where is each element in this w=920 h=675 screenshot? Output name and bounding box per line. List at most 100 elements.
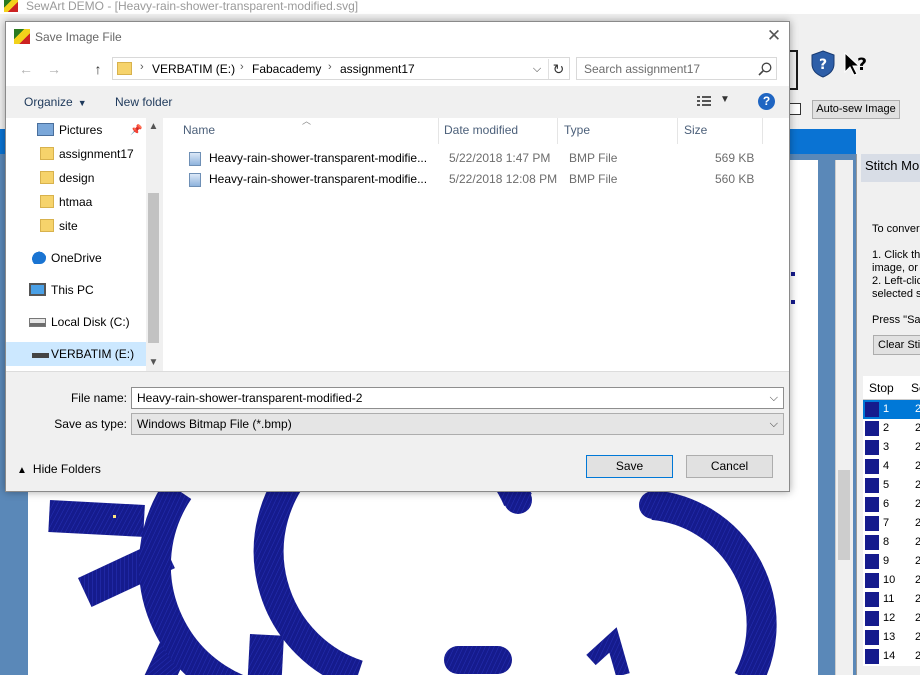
save-type-label: Save as type: xyxy=(54,417,127,431)
clear-stitch-button[interactable]: Clear Stit xyxy=(873,335,920,355)
stop-sequence: 2 xyxy=(915,609,920,628)
color-swatch xyxy=(865,478,879,493)
navigation-scrollbar[interactable]: ▲ ▼ xyxy=(146,118,161,371)
seq-column-header[interactable]: Se xyxy=(911,376,920,400)
file-name-cell: Heavy-rain-shower-transparent-modifie... xyxy=(209,172,428,186)
stop-sequence: 2 xyxy=(915,419,920,438)
shield-help-icon[interactable]: ? xyxy=(810,50,836,78)
help-icon[interactable]: ? xyxy=(758,93,775,110)
nav-item-label: VERBATIM (E:) xyxy=(51,347,135,361)
whats-this-help-icon[interactable]: ? xyxy=(842,50,870,78)
stitch-help-text: Press "Sa xyxy=(872,314,920,326)
hide-folders-button[interactable]: ▲ Hide Folders xyxy=(17,462,101,476)
breadcrumb-assignment17[interactable]: assignment17 xyxy=(340,62,415,76)
navigation-scrollbar-thumb[interactable] xyxy=(148,193,159,343)
stitch-stop-row[interactable]: 14 2 xyxy=(863,647,920,666)
nav-item[interactable]: design xyxy=(6,166,146,190)
search-input[interactable] xyxy=(577,58,752,79)
breadcrumb-fabacademy[interactable]: Fabacademy xyxy=(252,62,321,76)
address-bar[interactable]: › VERBATIM (E:) › Fabacademy › assignmen… xyxy=(112,57,570,80)
stitch-stop-row[interactable]: 42 xyxy=(863,457,920,476)
nav-item-label: site xyxy=(59,219,78,233)
up-arrow-icon[interactable]: ↑ xyxy=(88,59,108,79)
nav-item-label: assignment17 xyxy=(59,147,134,161)
breadcrumb-separator[interactable]: › xyxy=(328,61,332,73)
nav-item[interactable]: OneDrive xyxy=(6,246,146,270)
stop-column-header[interactable]: Stop xyxy=(869,376,894,400)
search-icon[interactable] xyxy=(757,61,773,77)
breadcrumb-drive[interactable]: VERBATIM (E:) xyxy=(152,62,235,76)
usb-drive-icon xyxy=(32,353,49,358)
stitch-stop-row[interactable]: 32 xyxy=(863,438,920,457)
stitch-stop-table: Stop Se 12223242526272829210211212213214… xyxy=(863,376,920,666)
file-name-input[interactable]: Heavy-rain-shower-transparent-modified-2… xyxy=(131,387,784,409)
date-column-header[interactable]: Date modified xyxy=(438,118,558,144)
stop-sequence: 2 xyxy=(915,514,920,533)
view-details-icon[interactable] xyxy=(696,94,712,108)
dialog-titlebar[interactable]: Save Image File ✕ xyxy=(6,22,789,52)
forward-arrow-icon[interactable]: → xyxy=(44,59,64,79)
new-folder-button[interactable]: New folder xyxy=(115,95,172,109)
svg-text:?: ? xyxy=(857,55,867,75)
disk-icon xyxy=(29,318,46,327)
back-arrow-icon[interactable]: ← xyxy=(16,59,36,79)
file-row[interactable]: Heavy-rain-shower-transparent-modifie...… xyxy=(183,169,773,190)
stitch-stop-row[interactable]: 72 xyxy=(863,514,920,533)
color-swatch xyxy=(865,554,879,569)
stitch-stop-row[interactable]: 62 xyxy=(863,495,920,514)
breadcrumb-separator[interactable]: › xyxy=(240,61,244,73)
chevron-down-icon[interactable]: ⌵ xyxy=(770,388,778,408)
save-button[interactable]: Save xyxy=(586,455,673,478)
close-button[interactable]: ✕ xyxy=(759,22,789,52)
address-dropdown-icon[interactable]: ⌵ xyxy=(527,59,547,79)
stitch-stop-row[interactable]: 92 xyxy=(863,552,920,571)
save-type-select[interactable]: Windows Bitmap File (*.bmp) ⌵ xyxy=(131,413,784,435)
nav-item[interactable]: htmaa xyxy=(6,190,146,214)
stitch-stop-row[interactable]: 13 2 xyxy=(863,628,920,647)
stitch-mode-panel: Stitch Mo To conver 1. Click the image, … xyxy=(856,154,920,675)
pin-icon[interactable]: 📌 xyxy=(130,125,142,136)
file-size-cell: 560 KB xyxy=(715,172,755,186)
breadcrumb-separator[interactable]: › xyxy=(140,61,144,73)
color-swatch xyxy=(865,573,879,588)
canvas-scrollbar[interactable] xyxy=(835,160,853,675)
color-swatch xyxy=(865,649,879,664)
rain-drop xyxy=(586,627,630,675)
stitch-stop-row[interactable]: 12 xyxy=(863,400,920,419)
auto-sew-checkbox[interactable] xyxy=(789,103,801,115)
stitch-stop-row[interactable]: 22 xyxy=(863,419,920,438)
nav-item-label: This PC xyxy=(51,283,94,297)
dialog-title: Save Image File xyxy=(35,30,122,44)
size-column-header[interactable]: Size xyxy=(678,118,763,144)
folder-icon xyxy=(40,147,54,160)
stitch-stop-row[interactable]: 82 xyxy=(863,533,920,552)
file-size-cell: 569 KB xyxy=(715,151,755,165)
view-dropdown-icon[interactable]: ▼ xyxy=(720,94,730,105)
auto-sew-button[interactable]: Auto-sew Image xyxy=(812,100,900,119)
stitch-stop-row[interactable]: 12 2 xyxy=(863,609,920,628)
canvas-scrollbar-thumb[interactable] xyxy=(838,470,850,560)
stitch-stop-row[interactable]: 11 2 xyxy=(863,590,920,609)
name-column-header[interactable]: Name xyxy=(177,118,439,144)
nav-item[interactable]: VERBATIM (E:) xyxy=(6,342,146,366)
refresh-icon[interactable]: ↻ xyxy=(548,59,568,79)
color-swatch xyxy=(865,421,879,436)
file-row[interactable]: Heavy-rain-shower-transparent-modifie...… xyxy=(183,148,773,169)
nav-item[interactable]: This PC xyxy=(6,278,146,302)
stop-number: 2 xyxy=(883,422,890,434)
cancel-button[interactable]: Cancel xyxy=(686,455,773,478)
stitch-stop-row[interactable]: 52 xyxy=(863,476,920,495)
bmp-file-icon xyxy=(189,152,201,166)
type-column-header[interactable]: Type xyxy=(558,118,678,144)
organize-button[interactable]: Organize ▼ xyxy=(24,95,87,109)
stitch-stop-row[interactable]: 10 2 xyxy=(863,571,920,590)
folder-icon xyxy=(40,195,54,208)
scroll-up-icon[interactable]: ▲ xyxy=(146,118,161,135)
scroll-down-icon[interactable]: ▼ xyxy=(146,354,161,371)
pc-icon xyxy=(29,283,46,296)
nav-item[interactable]: Local Disk (C:) xyxy=(6,310,146,334)
nav-item[interactable]: site xyxy=(6,214,146,238)
stop-sequence: 2 xyxy=(915,438,920,457)
nav-item[interactable]: assignment17 xyxy=(6,142,146,166)
nav-item[interactable]: Pictures xyxy=(6,118,146,142)
